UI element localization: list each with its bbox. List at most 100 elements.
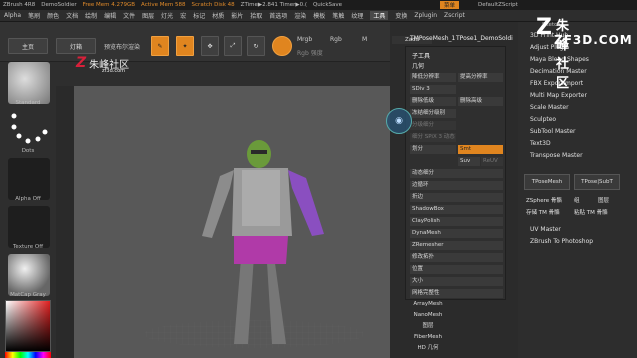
hue-slider[interactable] xyxy=(5,352,51,358)
preview-boolean-label[interactable]: 预览布尔渲染 xyxy=(104,42,140,51)
dots-stroke-icon xyxy=(11,113,48,144)
rotate-button[interactable]: ↻ xyxy=(247,36,265,56)
geometry-row[interactable]: 细分 SPiX 3 动态 Geo xyxy=(410,133,456,142)
default-zscript[interactable]: DefaultZScript xyxy=(478,2,518,8)
menu-item[interactable]: Zscript xyxy=(444,12,465,19)
geometry-row[interactable]: 大小 xyxy=(410,277,503,286)
geometry-row[interactable]: 动态细分 xyxy=(410,169,503,178)
smt-toggle[interactable]: Smt xyxy=(458,145,503,154)
plugin-item[interactable]: Text3D xyxy=(530,140,551,147)
menu-item[interactable]: 笔刷 xyxy=(28,11,40,20)
menu-item[interactable]: 模板 xyxy=(313,11,325,20)
paste-tm-skeleton-button[interactable]: 粘贴 TM 骨骼 xyxy=(574,208,608,216)
menu-item[interactable]: 渲染 xyxy=(294,11,306,20)
plugin-item[interactable]: Sculpteo xyxy=(530,116,556,123)
uv-master-item[interactable]: UV Master xyxy=(530,226,561,233)
menu-item[interactable]: Alpha xyxy=(4,12,21,19)
plugin-item[interactable]: Multi Map Exporter xyxy=(530,92,587,99)
subpanel-item[interactable]: ArrayMesh xyxy=(408,300,448,309)
menu-item[interactable]: 标记 xyxy=(193,11,205,20)
watermark-right-cn: 朱峰社区 xyxy=(556,19,570,91)
geometry-row[interactable]: 网格完整性 xyxy=(410,289,503,298)
material-selector[interactable] xyxy=(8,254,50,296)
suv-toggle[interactable]: Suv xyxy=(458,157,480,166)
menu-item[interactable]: 材质 xyxy=(212,11,224,20)
geometry-row[interactable]: SDiv 3 xyxy=(410,85,456,94)
subtool-b[interactable]: TPose1_DemoSoldi xyxy=(456,35,513,42)
free-mem: Free Mem 4.279GB xyxy=(82,2,136,8)
zsphere-skin-button[interactable]: ZSphere 骨骼 xyxy=(526,196,562,204)
plugin-item[interactable]: Transpose Master xyxy=(530,152,583,159)
subtool-a[interactable]: TMPoseMesh_1 xyxy=(410,35,455,42)
m-button[interactable]: M xyxy=(362,36,367,43)
menu-item[interactable]: 绘制 xyxy=(85,11,97,20)
mrgb-button[interactable]: Mrgb xyxy=(297,36,312,43)
subtool-section-title[interactable]: 子工具 xyxy=(412,51,430,60)
draw-button[interactable]: ✦ xyxy=(176,36,194,56)
brush-selector[interactable] xyxy=(8,62,50,104)
menu-item[interactable]: 编辑 xyxy=(104,11,116,20)
material-sphere-button[interactable] xyxy=(272,36,292,56)
menu-item[interactable]: 笔触 xyxy=(332,11,344,20)
zplugin-menu: Sketch 3D Print Hub Adjust Plugin Maya Ble… xyxy=(518,22,637,358)
menu-item[interactable]: 颜色 xyxy=(47,11,59,20)
geometry-row[interactable]: 删除低级 xyxy=(410,97,456,106)
geometry-row[interactable]: 边循环 xyxy=(410,181,503,190)
menus-toggle[interactable]: 菜单 xyxy=(440,1,460,9)
texture-selector[interactable] xyxy=(8,206,50,248)
geometry-row[interactable]: 分级细分 xyxy=(410,121,456,130)
menu-item[interactable]: 宏 xyxy=(180,11,186,20)
lightbox-button[interactable]: 灯箱 xyxy=(56,38,96,54)
menu-item[interactable]: 影片 xyxy=(231,11,243,20)
del-higher-button[interactable]: 删除高级 xyxy=(458,97,503,106)
subpanel-item[interactable]: NanoMesh xyxy=(408,311,448,320)
plugin-item[interactable]: SubTool Master xyxy=(530,128,575,135)
geometry-row[interactable]: 位置 xyxy=(410,265,503,274)
geometry-row[interactable]: 冻结细分级别 xyxy=(410,109,456,118)
reuv-toggle[interactable]: ReUV xyxy=(481,157,503,166)
geometry-section-title[interactable]: 几何 xyxy=(412,61,424,70)
higher-res-button[interactable]: 提高分辨率 xyxy=(458,73,503,82)
draw-icon: ✦ xyxy=(182,42,188,50)
edit-button[interactable]: ✎ xyxy=(151,36,169,56)
tpose-subt-button[interactable]: TPose|SubT xyxy=(574,174,620,190)
menu-item[interactable]: 图层 xyxy=(142,11,154,20)
menu-item[interactable]: 文档 xyxy=(66,11,78,20)
geometry-row[interactable]: 降低分辨率 xyxy=(410,73,456,82)
quicksave-button[interactable]: QuickSave xyxy=(313,2,342,8)
home-button[interactable]: 主页 xyxy=(8,38,48,54)
move-button[interactable]: ✥ xyxy=(201,36,219,56)
alpha-selector[interactable] xyxy=(8,158,50,200)
geometry-row[interactable]: 修改拓扑 xyxy=(410,253,503,262)
geometry-row[interactable]: 折边 xyxy=(410,193,503,202)
geometry-row[interactable]: 划分 xyxy=(410,145,456,154)
menu-item[interactable]: 工具 xyxy=(370,11,389,20)
menu-item[interactable]: 拾取 xyxy=(250,11,262,20)
menu-item[interactable]: Zplugin xyxy=(414,12,437,19)
brush-label: Standard xyxy=(15,100,41,106)
scale-button[interactable]: ⤢ xyxy=(224,36,242,56)
geometry-row[interactable]: ClayPolish xyxy=(410,217,503,226)
geometry-row[interactable]: ZRemesher xyxy=(410,241,503,250)
subpanel-item[interactable]: 图层 xyxy=(408,322,448,331)
menu-item[interactable]: 首选项 xyxy=(269,11,287,20)
geometry-row[interactable]: ShadowBox xyxy=(410,205,503,214)
group-button[interactable]: 组 xyxy=(574,196,580,204)
zbrush-to-photoshop-item[interactable]: ZBrush To Photoshop xyxy=(530,238,593,245)
menu-item[interactable]: 变换 xyxy=(395,11,407,20)
canvas-viewport[interactable] xyxy=(74,86,390,358)
subpanel-item[interactable]: FiberMesh xyxy=(408,333,448,342)
color-picker[interactable] xyxy=(5,300,51,352)
subpanel-item[interactable]: HD 几何 xyxy=(408,344,448,353)
tposemesh-button[interactable]: TPoseMesh xyxy=(524,174,570,190)
layers-button[interactable]: 图层 xyxy=(598,196,609,204)
menu-item[interactable]: 纹理 xyxy=(351,11,363,20)
geometry-row[interactable]: DynaMesh xyxy=(410,229,503,238)
menu-item[interactable]: 文件 xyxy=(123,11,135,20)
stroke-selector[interactable] xyxy=(8,110,50,152)
menu-item[interactable]: 灯光 xyxy=(161,11,173,20)
rgb-intensity-slider[interactable]: Rgb 强度 xyxy=(297,48,323,57)
plugin-item[interactable]: Scale Master xyxy=(530,104,569,111)
save-tm-skeleton-button[interactable]: 存储 TM 骨骼 xyxy=(526,208,560,216)
rgb-button[interactable]: Rgb xyxy=(330,36,342,43)
